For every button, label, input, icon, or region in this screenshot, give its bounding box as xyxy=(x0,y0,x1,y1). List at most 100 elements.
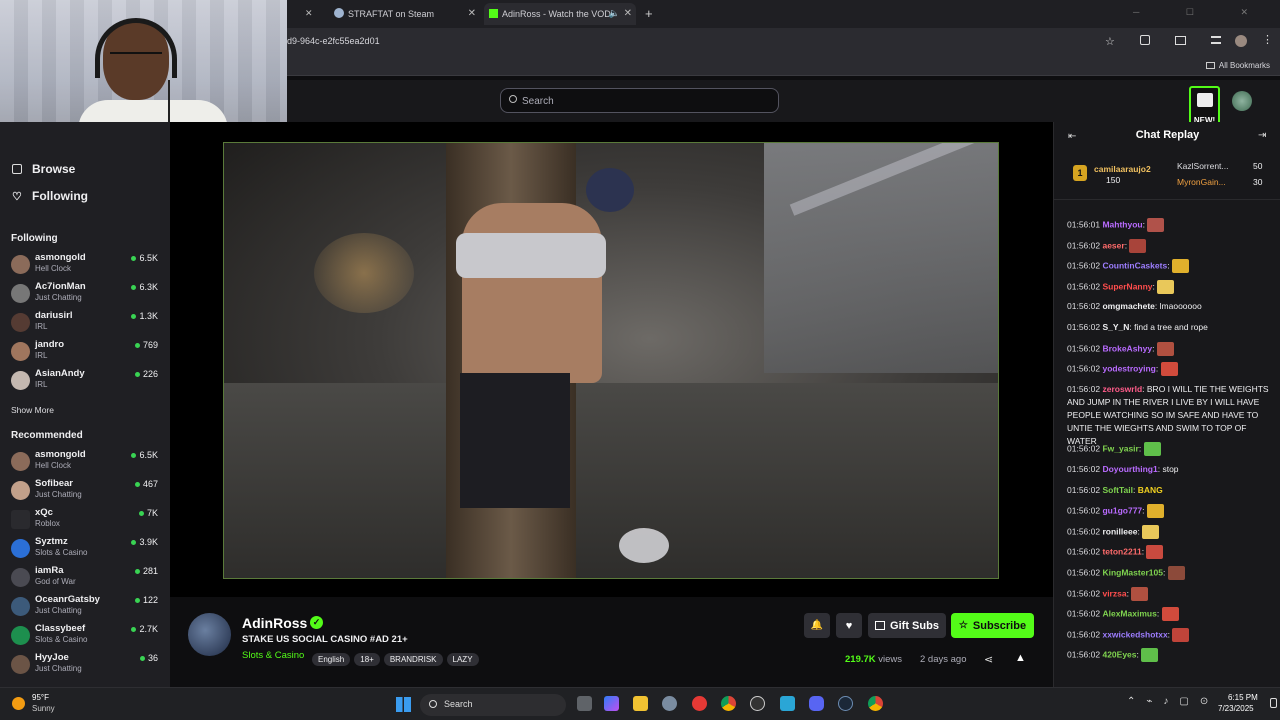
emote-icon xyxy=(1141,648,1159,663)
chat-username[interactable]: CountinCaskets xyxy=(1102,260,1167,270)
chat-username[interactable]: Fw_yasir xyxy=(1102,444,1138,454)
tag[interactable]: 18+ xyxy=(354,653,380,666)
chat-username[interactable]: SoftTail xyxy=(1102,485,1133,495)
channel-category: Just Chatting xyxy=(35,293,82,302)
chat-username[interactable]: ronilleee xyxy=(1102,526,1137,536)
chat-timestamp: 01:56:02 xyxy=(1067,239,1101,250)
copilot-icon[interactable] xyxy=(604,696,619,711)
sidebar-channel[interactable]: Classybeef Slots & Casino 2.7K xyxy=(0,623,170,651)
subscribe-button[interactable]: ☆ Subscribe xyxy=(951,613,1034,638)
steam-icon[interactable] xyxy=(838,696,853,711)
sidebar-channel[interactable]: iamRa God of War 281 xyxy=(0,565,170,593)
share-icon[interactable]: ⋖ xyxy=(984,653,993,666)
chat-panel: ⇤ Chat Replay ⇥ 1 camilaaraujo2 150 Kazl… xyxy=(1053,122,1280,687)
profile-avatar[interactable] xyxy=(1235,35,1247,47)
chat-username[interactable]: KingMaster105 xyxy=(1102,567,1162,577)
sidebar-channel[interactable]: asmongold Hell Clock 6.5K xyxy=(0,252,170,280)
sidebar-channel[interactable]: dariusirl IRL 1.3K xyxy=(0,310,170,338)
kebab-menu-icon[interactable]: ⋮ xyxy=(1262,33,1273,46)
tab-close-icon[interactable]: ✕ xyxy=(305,8,313,19)
task-view-icon[interactable] xyxy=(577,696,592,711)
sidebar-channel[interactable]: asmongold Hell Clock 6.5K xyxy=(0,449,170,477)
discord-icon[interactable] xyxy=(809,696,824,711)
menu-icon[interactable] xyxy=(1211,36,1221,44)
chat-username[interactable]: virzsa xyxy=(1102,588,1126,598)
chrome-icon[interactable] xyxy=(721,696,736,711)
channel-name[interactable]: AdinRoss xyxy=(242,615,307,631)
tab-adinross-vod[interactable]: AdinRoss - Watch the VOD 🔈 ✕ xyxy=(484,3,636,25)
channel-avatar[interactable] xyxy=(188,613,231,656)
chat-username[interactable]: SuperNanny xyxy=(1102,281,1152,291)
sidebar-channel[interactable]: OceanrGatsby Just Chatting 122 xyxy=(0,594,170,622)
chat-username[interactable]: teton2211 xyxy=(1102,547,1141,557)
chat-username[interactable]: S_Y_N xyxy=(1102,322,1129,332)
chat-username[interactable]: xxwickedshotxx xyxy=(1102,629,1167,639)
notify-button[interactable]: 🔔 xyxy=(804,613,830,638)
media-app-icon[interactable] xyxy=(692,696,707,711)
tag[interactable]: English xyxy=(312,653,351,666)
close-icon[interactable]: ✕ xyxy=(468,8,476,19)
chat-username[interactable]: gu1go777 xyxy=(1102,505,1142,515)
chat-timestamp: 01:56:02 xyxy=(1067,629,1101,640)
star-icon[interactable]: ☆ xyxy=(1105,35,1115,48)
tray-icons[interactable]: ⌃⌁♪▢⊙ xyxy=(1127,696,1219,707)
chat-username[interactable]: AlexMaximus xyxy=(1102,608,1156,618)
all-bookmarks[interactable]: All Bookmarks xyxy=(1205,61,1270,70)
sidebar-channel[interactable]: Ac7ionMan Just Chatting 6.3K xyxy=(0,281,170,309)
clock-date[interactable]: 7/23/2025 xyxy=(1218,704,1254,713)
clock-time[interactable]: 6:15 PM xyxy=(1228,693,1258,702)
video-player[interactable] xyxy=(223,142,999,579)
sidebar-channel[interactable]: jandro IRL 769 xyxy=(0,339,170,367)
nav-browse[interactable]: Browse xyxy=(12,162,75,176)
channel-category: Just Chatting xyxy=(35,606,82,615)
tag[interactable]: LAZY xyxy=(446,653,479,666)
sidebar-channel[interactable]: Sofibear Just Chatting 467 xyxy=(0,478,170,506)
chat-username[interactable]: Doyourthing1 xyxy=(1102,464,1157,474)
new-tab-button[interactable]: + xyxy=(645,6,653,21)
sidebar-channel[interactable]: HyyJoe Just Chatting 36 xyxy=(0,652,170,680)
chat-username[interactable]: Mahthyou xyxy=(1102,219,1142,229)
popout-icon[interactable]: ⇥ xyxy=(1258,130,1266,141)
sidebar-channel[interactable]: Syztmz Slots & Casino 3.9K xyxy=(0,536,170,564)
sidebar-channel[interactable]: AsianAndy IRL 226 xyxy=(0,368,170,396)
chat-username[interactable]: yodestroying xyxy=(1102,363,1155,373)
report-icon[interactable]: ▲ xyxy=(1015,652,1026,664)
stream-category[interactable]: Slots & Casino xyxy=(242,650,304,661)
channel-name: jandro xyxy=(35,339,65,350)
file-explorer-icon[interactable] xyxy=(633,696,648,711)
sidebar-channel[interactable]: xQc Roblox 7K xyxy=(0,507,170,535)
live-dot xyxy=(134,372,140,378)
chat-username[interactable]: zeroswrld xyxy=(1102,384,1142,394)
speaker-icon[interactable]: 🔈 xyxy=(609,8,620,19)
emote-icon xyxy=(1161,607,1179,622)
media-icon[interactable] xyxy=(1175,36,1186,45)
show-more-link[interactable]: Show More xyxy=(11,405,54,415)
url-text[interactable]: d9-964c-e2fc55ea2d01 xyxy=(287,36,380,46)
chat-username[interactable]: omgmachete xyxy=(1102,301,1154,311)
chat-username[interactable]: 420Eyes xyxy=(1102,650,1136,660)
extensions-icon[interactable] xyxy=(1140,35,1150,45)
chat-message: 01:56:02 Doyourthing1: stop xyxy=(1067,464,1179,474)
settings-icon[interactable] xyxy=(662,696,677,711)
obs-icon[interactable] xyxy=(750,696,765,711)
gift-subs-button[interactable]: Gift Subs xyxy=(868,613,946,638)
follow-button[interactable]: ♥ xyxy=(836,613,862,638)
live-dot xyxy=(131,453,137,459)
search-input[interactable]: Search xyxy=(500,88,779,113)
chrome-icon[interactable] xyxy=(868,696,883,711)
taskbar-search[interactable]: Search xyxy=(420,694,566,716)
recommended-header: Recommended xyxy=(11,430,83,441)
nav-following[interactable]: ♡ Following xyxy=(12,189,88,203)
start-icon[interactable] xyxy=(396,697,411,712)
tab-straftat[interactable]: STRAFTAT on Steam ✕ xyxy=(330,3,476,25)
app-icon[interactable] xyxy=(780,696,795,711)
chat-username[interactable]: aeser xyxy=(1102,240,1124,250)
chat-timestamp: 01:56:02 xyxy=(1067,608,1101,619)
chat-message: 01:56:02 ronilleee: xyxy=(1067,524,1272,539)
close-icon[interactable]: ✕ xyxy=(624,8,632,19)
notification-icon[interactable] xyxy=(1270,698,1277,708)
weather-temp[interactable]: 95°F xyxy=(32,693,49,702)
chat-username[interactable]: BrokeAshyy xyxy=(1102,343,1152,353)
tag[interactable]: BRANDRISK xyxy=(383,653,443,666)
user-avatar[interactable] xyxy=(1232,91,1252,111)
